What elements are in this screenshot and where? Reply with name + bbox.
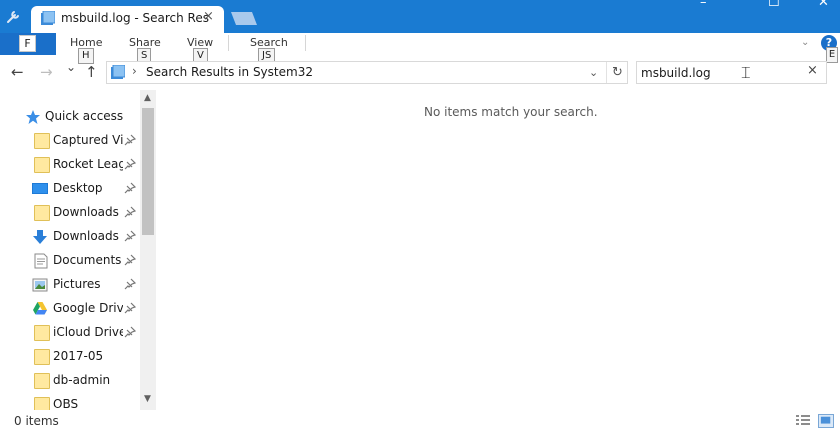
folder-icon <box>34 157 50 173</box>
close-button[interactable]: ✕ <box>818 0 829 10</box>
sidebar-item-obs[interactable]: OBS <box>0 393 140 410</box>
maximize-button[interactable]: ☐ <box>768 0 780 10</box>
pictures-icon <box>32 278 48 292</box>
recent-locations-icon[interactable]: ⌄ <box>66 60 76 74</box>
pin-icon[interactable] <box>124 134 136 146</box>
pin-icon[interactable] <box>124 158 136 170</box>
sidebar-item-label: Downloads <box>53 205 119 219</box>
pin-icon[interactable] <box>124 182 136 194</box>
sidebar-item-label: Captured Videos <box>53 133 123 147</box>
search-results-icon <box>41 11 55 25</box>
new-tab-button[interactable] <box>228 12 258 25</box>
forward-arrow-icon[interactable]: → <box>40 63 53 81</box>
clear-search-icon[interactable]: × <box>807 63 818 78</box>
file-list-area[interactable] <box>156 90 840 410</box>
sidebar-item-icloud-drive[interactable]: iCloud Drive <box>0 321 140 345</box>
large-icons-view-icon[interactable] <box>818 414 834 428</box>
sidebar-item-label: iCloud Drive <box>53 325 123 339</box>
documents-icon <box>34 253 48 269</box>
desktop-icon <box>32 183 48 194</box>
star-icon <box>26 110 40 124</box>
sidebar-item-label: Documents <box>53 253 122 267</box>
folder-icon <box>34 373 50 389</box>
sidebar-item-pictures[interactable]: Pictures <box>0 273 140 297</box>
sidebar-item-documents[interactable]: Documents <box>0 249 140 273</box>
sidebar-item-captured-videos[interactable]: Captured Videos <box>0 129 140 153</box>
sidebar-item-label: Desktop <box>53 181 103 195</box>
sidebar-item-downloads[interactable]: Downloads <box>0 225 140 249</box>
scroll-up-icon[interactable]: ▲ <box>144 93 151 103</box>
file-keytip: F <box>19 35 36 52</box>
ribbon-divider <box>228 35 229 51</box>
address-bar[interactable]: › Search Results in System32 ⌄ ↻ <box>106 61 628 84</box>
title-bar: msbuild.log - Search Results in System32… <box>0 0 840 33</box>
sidebar-scrollbar[interactable]: ▲ ▼ <box>140 90 156 410</box>
search-results-icon <box>111 65 125 79</box>
breadcrumb[interactable]: Search Results in System32 <box>146 65 313 79</box>
sidebar-item-db-admin[interactable]: db-admin <box>0 369 140 393</box>
sidebar-item-2017-05[interactable]: 2017-05 <box>0 345 140 369</box>
sidebar-item-label: db-admin <box>53 373 111 387</box>
folder-icon <box>34 397 50 410</box>
navigation-bar: ← → ⌄ ↑ › Search Results in System32 ⌄ ↻… <box>0 57 840 87</box>
ribbon: F Home H Share S View V Search JS ⌄ ? E <box>0 33 840 64</box>
folder-icon <box>34 349 50 365</box>
wrench-icon[interactable] <box>6 8 22 24</box>
pin-icon[interactable] <box>124 326 136 338</box>
details-view-icon[interactable] <box>795 414 811 428</box>
google-drive-icon <box>33 302 47 315</box>
folder-icon <box>34 325 50 341</box>
pin-icon[interactable] <box>124 278 136 290</box>
status-bar: 0 items <box>0 411 840 433</box>
search-box[interactable]: × <box>636 61 827 84</box>
file-tab[interactable]: F <box>0 33 56 55</box>
refresh-icon[interactable]: ↻ <box>606 62 628 83</box>
tab-title: msbuild.log - Search Results in System32 <box>61 11 209 25</box>
sidebar-item-downloads[interactable]: Downloads <box>0 201 140 225</box>
sidebar-item-google-drive[interactable]: Google Drive <box>0 297 140 321</box>
sidebar-item-label: Google Drive <box>53 301 123 315</box>
active-tab[interactable]: msbuild.log - Search Results in System32… <box>31 6 224 33</box>
pin-icon[interactable] <box>124 230 136 242</box>
ribbon-divider <box>305 35 306 51</box>
scroll-down-icon[interactable]: ▼ <box>144 394 151 404</box>
sidebar-item-label: Downloads <box>53 229 119 243</box>
back-arrow-icon[interactable]: ← <box>11 63 24 81</box>
folder-icon <box>34 133 50 149</box>
tab-close-icon[interactable]: × <box>203 9 214 24</box>
address-dropdown-icon[interactable]: ⌄ <box>589 66 598 79</box>
ribbon-expand-icon[interactable]: ⌄ <box>801 37 809 48</box>
item-count: 0 items <box>14 414 59 428</box>
sidebar-item-desktop[interactable]: Desktop <box>0 177 140 201</box>
sidebar-item-label: Pictures <box>53 277 101 291</box>
sidebar-item-label: 2017-05 <box>53 349 104 363</box>
download-arrow-icon <box>33 230 47 244</box>
sidebar-item-label: OBS <box>53 397 79 410</box>
empty-results-message: No items match your search. <box>424 105 598 119</box>
sidebar-item-label: Quick access <box>45 109 124 123</box>
sidebar-item-rocket-league[interactable]: Rocket League <box>0 153 140 177</box>
sidebar-item-quick-access[interactable]: Quick access <box>0 105 140 129</box>
pin-icon[interactable] <box>124 302 136 314</box>
navigation-pane: Quick access Captured Videos Rocket Leag… <box>0 90 156 410</box>
sidebar-item-label: Rocket League <box>53 157 123 171</box>
pin-icon[interactable] <box>124 206 136 218</box>
folder-icon <box>34 205 50 221</box>
breadcrumb-separator-icon[interactable]: › <box>132 64 137 78</box>
scrollbar-thumb[interactable] <box>142 108 154 235</box>
minimize-button[interactable]: – <box>700 0 707 10</box>
search-input[interactable] <box>641 64 801 81</box>
pin-icon[interactable] <box>124 254 136 266</box>
text-cursor-icon: ⌶ <box>741 63 751 82</box>
up-arrow-icon[interactable]: ↑ <box>85 63 98 81</box>
